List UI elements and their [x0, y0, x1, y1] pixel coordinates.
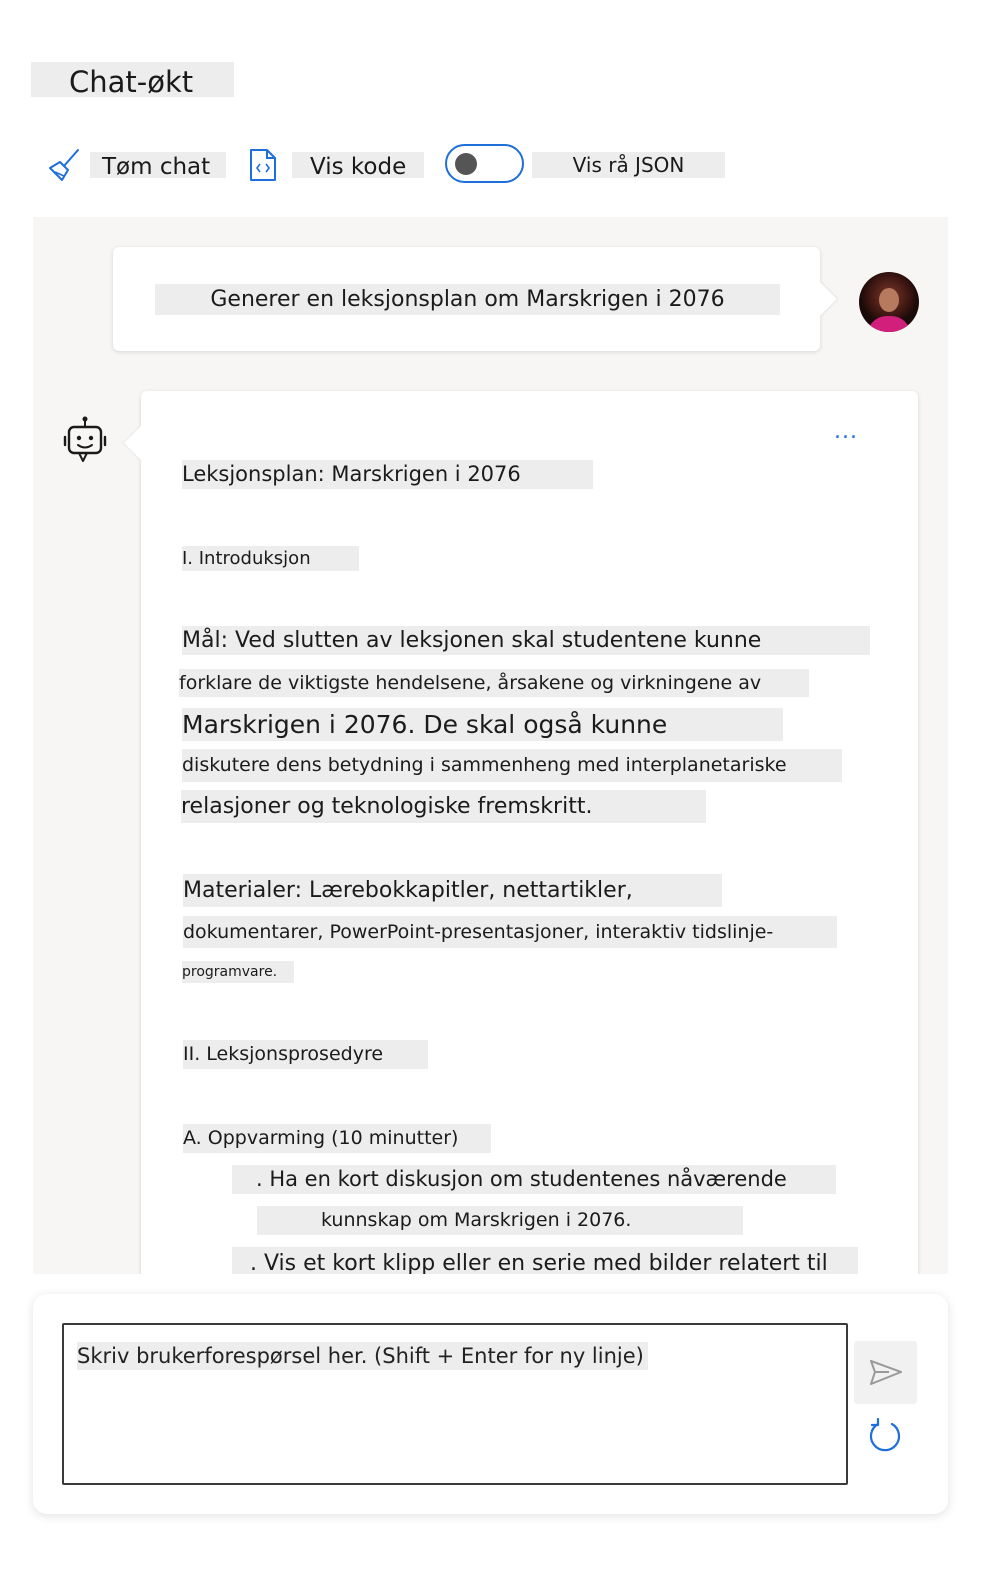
send-icon: [870, 1360, 902, 1385]
chat-area[interactable]: Generer en leksjonsplan om Marskrigen i …: [33, 217, 948, 1274]
assistant-message-bubble: ... Leksjonsplan: Marskrigen i 2076 I. I…: [141, 391, 918, 1274]
bot-icon: [63, 415, 107, 469]
broom-icon[interactable]: [46, 146, 82, 186]
page-title: Chat-økt: [31, 62, 234, 99]
response-line: Marskrigen i 2076. De skal også kunne: [182, 708, 783, 741]
response-line: forklare de viktigste hendelsene, årsake…: [179, 669, 809, 697]
more-options-button[interactable]: ...: [834, 421, 858, 443]
response-line: diskutere dens betydning i sammenheng me…: [182, 749, 842, 782]
response-line: Leksjonsplan: Marskrigen i 2076: [182, 460, 593, 489]
response-line: A. Oppvarming (10 minutter): [183, 1124, 491, 1153]
composer: Skriv brukerforespørsel her. (Shift + En…: [33, 1294, 948, 1514]
response-line: Mål: Ved slutten av leksjonen skal stude…: [182, 626, 870, 655]
toggle-knob: [455, 153, 477, 175]
prompt-placeholder: Skriv brukerforespørsel her. (Shift + En…: [77, 1342, 648, 1370]
view-code-button[interactable]: Vis kode: [292, 152, 424, 180]
send-button[interactable]: [854, 1341, 917, 1404]
response-line: programvare.: [182, 961, 294, 983]
response-line: dokumentarer, PowerPoint-presentasjoner,…: [183, 916, 837, 948]
clear-chat-button[interactable]: Tøm chat: [90, 152, 226, 180]
response-line: relasjoner og teknologiske fremskritt.: [181, 790, 706, 823]
refresh-button[interactable]: [866, 1416, 904, 1458]
response-line: . Ha en kort diskusjon om studentenes nå…: [232, 1165, 836, 1194]
user-message-text: Generer en leksjonsplan om Marskrigen i …: [155, 284, 780, 315]
response-line: kunnskap om Marskrigen i 2076.: [257, 1206, 743, 1235]
user-message-bubble: Generer en leksjonsplan om Marskrigen i …: [113, 247, 820, 351]
user-avatar: [859, 272, 919, 332]
response-line: I. Introduksjon: [182, 546, 359, 571]
response-line: . Vis et kort klipp eller en serie med b…: [232, 1247, 858, 1274]
raw-json-toggle[interactable]: [445, 144, 524, 183]
response-line: Materialer: Lærebokkapitler, nettartikle…: [183, 874, 722, 907]
prompt-input[interactable]: Skriv brukerforespørsel her. (Shift + En…: [62, 1323, 848, 1485]
raw-json-label: Vis rå JSON: [532, 152, 725, 178]
response-line: II. Leksjonsprosedyre: [183, 1040, 428, 1069]
code-file-icon[interactable]: [249, 148, 277, 186]
refresh-icon: [869, 1417, 901, 1452]
